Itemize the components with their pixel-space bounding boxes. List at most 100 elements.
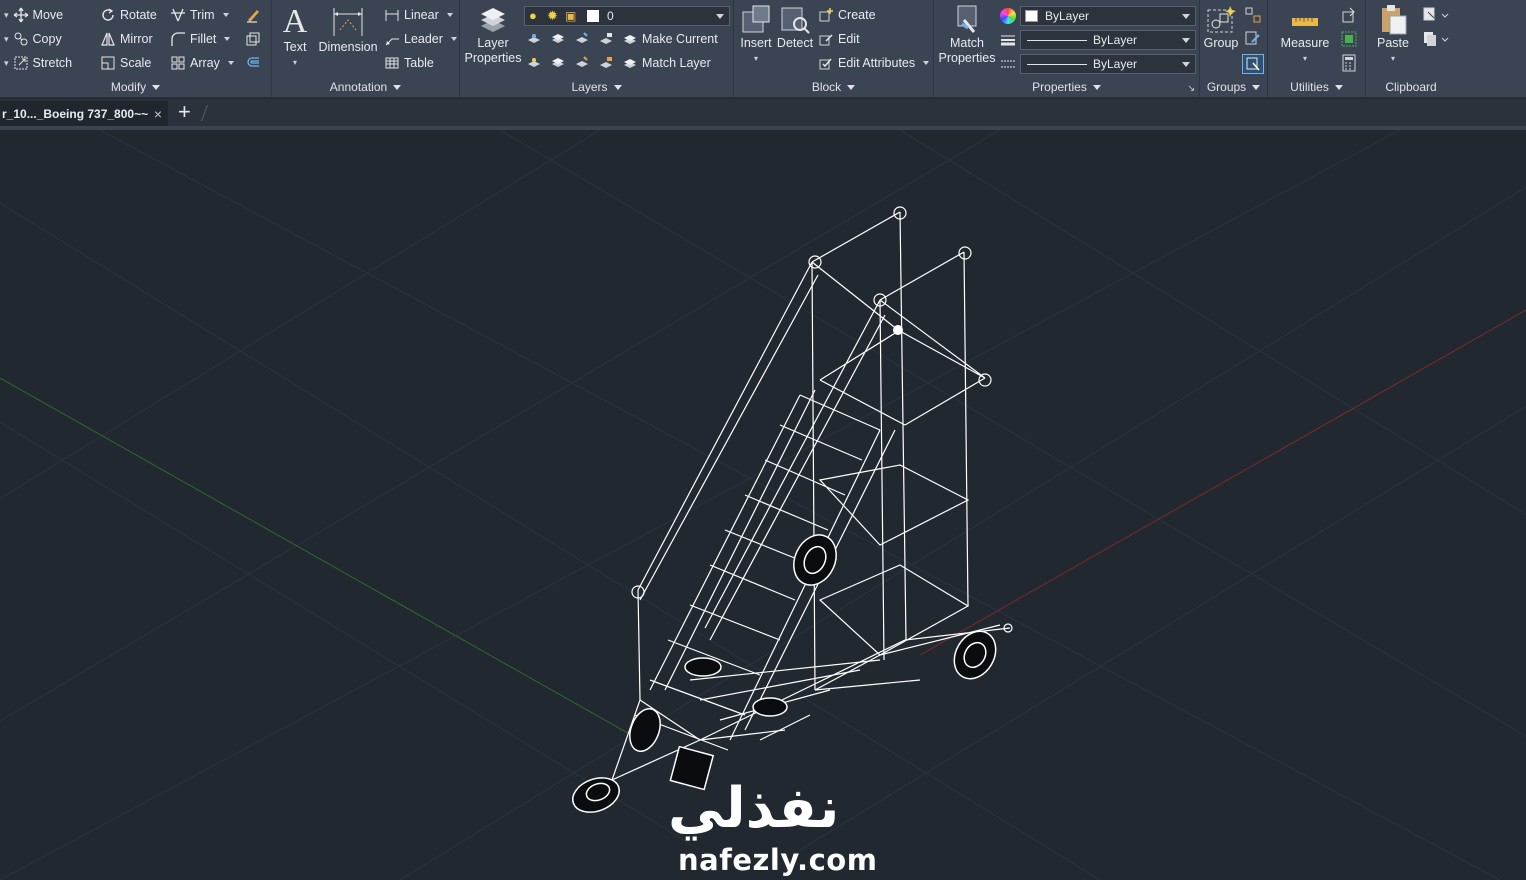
edit-block-button[interactable]: Edit (818, 28, 860, 50)
make-current-button[interactable]: Make Current (622, 28, 718, 50)
modify-panel-title[interactable]: Modify (0, 78, 271, 96)
groups-panel: Group Groups (1200, 0, 1268, 98)
make-current-label: Make Current (642, 32, 718, 46)
layer-unisolate-icon[interactable] (550, 55, 566, 71)
array-button[interactable]: Array (170, 52, 234, 74)
text-label: Text (283, 40, 307, 54)
jack-1 (684, 657, 722, 677)
group-edit-icon[interactable] (1244, 30, 1262, 48)
edit-attributes-button[interactable]: Edit Attributes (818, 52, 930, 74)
measure-button[interactable]: Measure ▾ (1276, 4, 1334, 66)
clipboard-panel-title[interactable]: Clipboard (1366, 78, 1456, 96)
stretch-label: Stretch (32, 56, 73, 70)
properties-panel: Match Properties ByLayer ByLayer ByLayer… (934, 0, 1200, 98)
ungroup-icon[interactable] (1244, 6, 1262, 24)
calculator-icon[interactable] (1340, 54, 1358, 72)
utilities-panel-title[interactable]: Utilities (1268, 78, 1365, 96)
insert-block-icon (738, 4, 774, 36)
layer-off-icon[interactable] (526, 31, 542, 47)
rotate-label: Rotate (120, 8, 157, 22)
new-tab-button[interactable]: + (178, 99, 191, 125)
paste-label: Paste (1377, 36, 1409, 50)
stretch-icon (13, 55, 29, 71)
layer-thaw-icon[interactable] (574, 55, 590, 71)
lineweight-dropdown[interactable]: ByLayer (1020, 30, 1196, 50)
rotate-button[interactable]: Rotate (100, 4, 157, 26)
match-properties-button[interactable]: Match Properties (936, 4, 998, 66)
linear-button[interactable]: Linear (384, 4, 453, 26)
layer-lock-icon[interactable] (598, 31, 614, 47)
color-wheel-icon (1000, 8, 1016, 24)
layer-freeze-icon[interactable] (574, 31, 590, 47)
explode-icon (245, 31, 261, 47)
detect-button[interactable]: Detect (776, 4, 814, 51)
stretch-button[interactable]: ▾ Stretch (4, 52, 72, 74)
leader-button[interactable]: Leader (384, 28, 457, 50)
layers-panel: Layer Properties ● ✹ ▣ 0 Make Current Ma… (460, 0, 734, 98)
explode-button[interactable] (245, 28, 261, 50)
groups-panel-title[interactable]: Groups (1200, 78, 1267, 96)
text-button[interactable]: A Text ▾ (278, 4, 312, 70)
copy-button[interactable]: ▾ Copy (4, 28, 62, 50)
linetype-sample (1027, 64, 1087, 65)
offset-button[interactable] (245, 52, 261, 74)
boarding-stairs-model[interactable] (611, 206, 1013, 781)
text-icon: A (282, 3, 308, 40)
linear-label: Linear (404, 8, 439, 22)
quick-select-icon[interactable] (1340, 6, 1358, 24)
fillet-button[interactable]: Fillet (170, 28, 231, 50)
insert-button[interactable]: Insert ▾ (738, 4, 774, 66)
color-dropdown[interactable]: ByLayer (1020, 6, 1196, 26)
edit-attributes-icon (818, 55, 834, 71)
copy-clip2-icon[interactable] (1422, 30, 1452, 48)
match-layer-icon (622, 55, 638, 71)
group-selection-icon[interactable] (1242, 54, 1264, 74)
document-tab-label: r_10..._Boeing 737_800~~ (2, 107, 149, 121)
paste-icon (1372, 4, 1414, 36)
layer-isolate-icon[interactable] (550, 31, 566, 47)
match-properties-label-1: Match (949, 36, 985, 50)
y-axis-line (0, 377, 641, 741)
match-layer-button[interactable]: Match Layer (622, 52, 711, 74)
edit-label: Edit (838, 32, 860, 46)
trim-label: Trim (190, 8, 215, 22)
close-tab-icon[interactable]: × (154, 101, 162, 127)
move-button[interactable]: ▾ Move (4, 4, 63, 26)
model-space-canvas[interactable] (0, 130, 1526, 880)
block-panel-title[interactable]: Block (734, 78, 933, 96)
annotation-panel-title[interactable]: Annotation (272, 78, 459, 96)
layers-panel-title[interactable]: Layers (460, 78, 733, 96)
linetype-dropdown[interactable]: ByLayer (1020, 54, 1196, 74)
layer-tools-row-2 (526, 52, 614, 74)
watermark-arabic: نفذلي (668, 776, 840, 841)
mirror-icon (100, 31, 116, 47)
erase-button[interactable] (245, 4, 261, 26)
group-label: Group (1203, 36, 1239, 50)
match-properties-icon (936, 4, 998, 36)
layer-dropdown[interactable]: ● ✹ ▣ 0 (524, 6, 730, 26)
paste-button[interactable]: Paste ▾ (1372, 4, 1414, 66)
copy-clip-icon[interactable] (1422, 6, 1452, 24)
mirror-button[interactable]: Mirror (100, 28, 153, 50)
match-properties-label-2: Properties (938, 51, 996, 65)
dialog-launcher-icon[interactable]: ↘ (1187, 83, 1195, 94)
drawing-viewport[interactable]: نفذلي nafezly.com (0, 130, 1526, 880)
dimension-button[interactable]: Dimension (316, 4, 380, 55)
document-tab[interactable]: r_10..._Boeing 737_800~~ × (0, 101, 168, 127)
group-button[interactable]: Group (1202, 4, 1240, 51)
jack-2 (752, 697, 788, 717)
linetype-icon (1000, 56, 1016, 72)
layer-on-icon[interactable] (526, 55, 542, 71)
edit-block-icon (818, 31, 834, 47)
color-swatch (1025, 10, 1038, 22)
properties-panel-title[interactable]: Properties (934, 78, 1199, 96)
move-icon (13, 7, 29, 23)
select-all-icon[interactable] (1340, 30, 1358, 48)
create-block-button[interactable]: Create (818, 4, 876, 26)
current-layer-value: 0 (607, 9, 614, 23)
trim-button[interactable]: Trim (170, 4, 229, 26)
layer-properties-button[interactable]: Layer Properties (464, 4, 522, 66)
layer-unlock-icon[interactable] (598, 55, 614, 71)
scale-button[interactable]: Scale (100, 52, 151, 74)
table-button[interactable]: Table (384, 52, 434, 74)
